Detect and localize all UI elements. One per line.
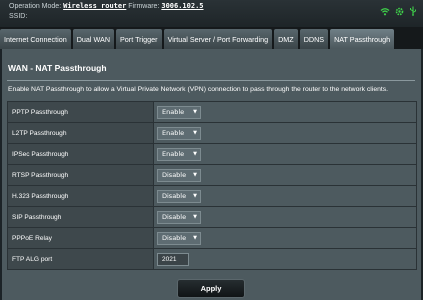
wifi-icon[interactable]	[380, 7, 390, 18]
title-divider	[7, 80, 415, 81]
chevron-down-icon: ▼	[193, 172, 197, 178]
ipsec-select[interactable]: Enable ▼	[157, 147, 201, 161]
setting-row-rtsp: RTSP Passthrough Disable ▼	[7, 164, 417, 186]
firmware-link[interactable]: 3006.102.5	[161, 2, 203, 10]
tab-bar: Internet Connection Dual WAN Port Trigge…	[0, 27, 423, 49]
tab-port-trigger[interactable]: Port Trigger	[116, 29, 162, 49]
setting-row-pppoe-relay: PPPoE Relay Disable ▼	[7, 227, 417, 249]
setting-row-pptp: PPTP Passthrough Enable ▼	[7, 101, 417, 123]
tab-dual-wan[interactable]: Dual WAN	[72, 29, 115, 49]
setting-row-ipsec: IPSec Passthrough Enable ▼	[7, 143, 417, 165]
tab-dmz[interactable]: DMZ	[274, 29, 298, 49]
chevron-down-icon: ▼	[193, 109, 197, 115]
ftp-alg-port-input[interactable]: 2021	[157, 252, 189, 266]
chevron-down-icon: ▼	[193, 235, 197, 241]
tab-nat-passthrough[interactable]: NAT Passthrough	[330, 29, 395, 49]
setting-label: RTSP Passthrough	[7, 164, 154, 186]
tab-internet-connection[interactable]: Internet Connection	[0, 29, 71, 49]
h323-select[interactable]: Disable ▼	[157, 189, 201, 203]
page-description: Enable NAT Passthrough to allow a Virtua…	[8, 86, 389, 93]
chevron-down-icon: ▼	[193, 151, 197, 157]
setting-label: PPTP Passthrough	[7, 101, 154, 123]
ssid-line: SSID:	[9, 13, 27, 20]
select-value: Disable	[162, 192, 187, 200]
settings-table: PPTP Passthrough Enable ▼ L2TP Passthroug…	[7, 101, 417, 270]
setting-row-sip: SIP Passthrough Disable ▼	[7, 206, 417, 228]
setting-row-l2tp: L2TP Passthrough Enable ▼	[7, 122, 417, 144]
setting-label: IPSec Passthrough	[7, 143, 154, 165]
ssid-label: SSID:	[9, 13, 28, 20]
tab-ddns[interactable]: DDNS	[299, 29, 329, 49]
select-value: Enable	[162, 108, 185, 116]
select-value: Enable	[162, 150, 185, 158]
content-panel: WAN - NAT Passthrough Enable NAT Passthr…	[2, 49, 421, 300]
chevron-down-icon: ▼	[193, 214, 197, 220]
operation-mode-line: Operation Mode: Wireless router Firmware…	[9, 2, 204, 10]
setting-row-h323: H.323 Passthrough Disable ▼	[7, 185, 417, 207]
l2tp-select[interactable]: Enable ▼	[157, 126, 201, 140]
setting-label: PPPoE Relay	[7, 227, 154, 249]
tab-virtual-server[interactable]: Virtual Server / Port Forwarding	[163, 29, 273, 49]
status-icons	[380, 6, 417, 18]
pptp-select[interactable]: Enable ▼	[157, 105, 201, 119]
page-title: WAN - NAT Passthrough	[8, 63, 107, 73]
chevron-down-icon: ▼	[193, 130, 197, 136]
setting-label: L2TP Passthrough	[7, 122, 154, 144]
select-value: Disable	[162, 213, 187, 221]
operation-mode-link[interactable]: Wireless router	[63, 2, 126, 10]
sip-select[interactable]: Disable ▼	[157, 210, 201, 224]
firmware-label: Firmware:	[128, 3, 160, 10]
chevron-down-icon: ▼	[193, 193, 197, 199]
usb-icon[interactable]	[409, 6, 417, 18]
pppoe-relay-select[interactable]: Disable ▼	[157, 231, 201, 245]
select-value: Disable	[162, 234, 187, 242]
setting-label: SIP Passthrough	[7, 206, 154, 228]
select-value: Disable	[162, 171, 187, 179]
operation-mode-label: Operation Mode:	[9, 3, 62, 10]
settings-icon[interactable]	[395, 7, 404, 18]
setting-label: H.323 Passthrough	[7, 185, 154, 207]
select-value: Enable	[162, 129, 185, 137]
rtsp-select[interactable]: Disable ▼	[157, 168, 201, 182]
setting-label: FTP ALG port	[7, 248, 154, 270]
top-status-bar: Operation Mode: Wireless router Firmware…	[0, 0, 423, 27]
setting-row-ftp-alg: FTP ALG port 2021	[7, 248, 417, 270]
apply-button[interactable]: Apply	[177, 279, 245, 298]
